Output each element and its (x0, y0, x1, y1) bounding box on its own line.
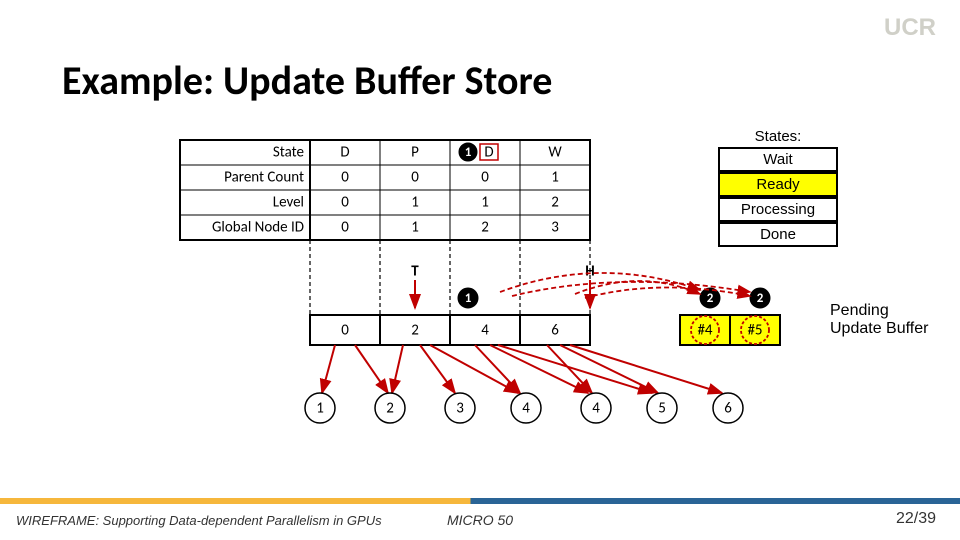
svg-text:T: T (411, 263, 419, 281)
svg-text:0: 0 (341, 322, 349, 340)
svg-text:2: 2 (411, 322, 419, 340)
row-label: Global Node ID (212, 219, 304, 237)
fanout-arrows (322, 345, 722, 393)
svg-text:0: 0 (411, 169, 419, 187)
svg-text:6: 6 (724, 400, 732, 418)
svg-text:4: 4 (481, 322, 489, 340)
svg-text:D: D (484, 144, 493, 162)
svg-text:2: 2 (386, 400, 394, 418)
svg-text:3: 3 (551, 219, 559, 237)
svg-text:4: 4 (522, 400, 530, 418)
svg-text:2: 2 (707, 291, 714, 306)
svg-text:5: 5 (658, 400, 666, 418)
svg-text:1: 1 (481, 194, 489, 212)
state-table: State Parent Count Level Global Node ID … (180, 140, 590, 240)
svg-text:D: D (340, 144, 349, 162)
svg-text:H: H (585, 263, 594, 281)
svg-text:4: 4 (592, 400, 600, 418)
row-label: Parent Count (224, 169, 304, 187)
svg-text:#4: #4 (697, 322, 712, 340)
svg-text:2: 2 (551, 194, 559, 212)
svg-text:0: 0 (341, 194, 349, 212)
svg-text:1: 1 (316, 400, 324, 418)
svg-text:6: 6 (551, 322, 559, 340)
svg-text:1: 1 (411, 194, 419, 212)
page-number: 22/39 (896, 510, 936, 528)
footer-bar (0, 498, 960, 504)
svg-text:W: W (548, 144, 562, 162)
svg-text:P: P (411, 144, 419, 162)
bottom-nodes: 1 2 3 4 4 5 6 (305, 393, 743, 423)
pending-buffer: 0 2 4 6 #4 #5 (310, 315, 780, 345)
svg-text:1: 1 (465, 291, 472, 306)
footer-left: WIREFRAME: Supporting Data-dependent Par… (16, 513, 382, 528)
row-label: State (273, 144, 304, 162)
svg-text:2: 2 (757, 291, 764, 306)
row-label: Level (273, 194, 304, 212)
svg-text:1: 1 (411, 219, 419, 237)
svg-text:0: 0 (341, 169, 349, 187)
diagram: State Parent Count Level Global Node ID … (0, 0, 960, 540)
svg-text:#5: #5 (747, 322, 762, 340)
svg-text:0: 0 (341, 219, 349, 237)
svg-text:3: 3 (456, 400, 464, 418)
footer-mid: MICRO 50 (447, 512, 513, 528)
svg-text:1: 1 (551, 169, 559, 187)
svg-text:1: 1 (465, 145, 472, 160)
svg-text:2: 2 (481, 219, 489, 237)
svg-text:0: 0 (481, 169, 489, 187)
